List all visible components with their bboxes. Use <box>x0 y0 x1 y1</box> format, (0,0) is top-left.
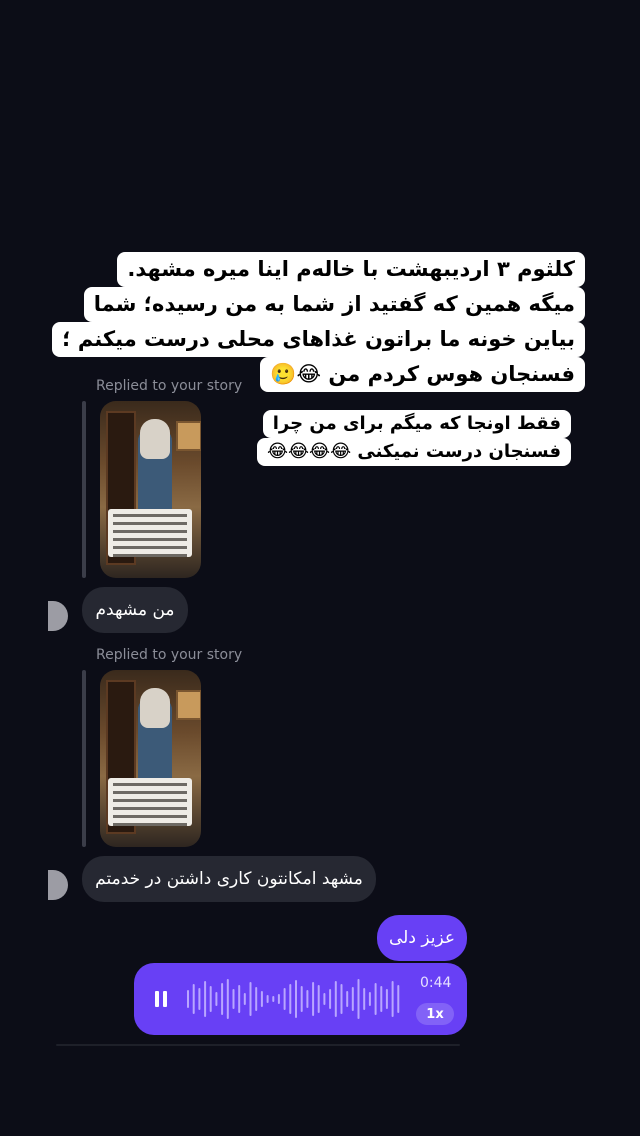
audio-waveform[interactable] <box>186 977 402 1021</box>
waveform-bar <box>272 996 275 1002</box>
waveform-bar <box>317 985 320 1013</box>
caption-line: فسنجان درست نمیکنی 😂😂😂😂 <box>256 438 571 466</box>
waveform-bar <box>374 983 377 1015</box>
waveform-bar <box>192 984 195 1014</box>
waveform-bar <box>226 979 229 1019</box>
waveform-bar <box>329 989 332 1009</box>
waveform-bar <box>215 992 218 1006</box>
caption-line: بیاین خونه ما براتون غذاهای محلی درست می… <box>52 322 585 357</box>
waveform-bar <box>277 994 280 1004</box>
replied-to-story-label: Replied to your story <box>96 378 243 394</box>
waveform-bar <box>300 986 303 1012</box>
caption-line: فسنجان هوس کردم من 😂🥲 <box>260 357 585 392</box>
voice-message[interactable]: 0:44 1x <box>134 963 467 1035</box>
waveform-bar <box>346 991 349 1007</box>
story-thumbnail[interactable] <box>100 670 201 847</box>
waveform-bar <box>312 982 315 1016</box>
waveform-bar <box>340 984 343 1014</box>
waveform-bar <box>249 982 252 1016</box>
pause-icon[interactable] <box>155 991 167 1007</box>
waveform-bar <box>283 988 286 1010</box>
avatar[interactable] <box>48 601 68 631</box>
waveform-bar <box>380 986 383 1012</box>
story-caption-mid: فقط اونجا که میگم برای من چرا فسنجان درس… <box>256 410 571 466</box>
waveform-bar <box>187 990 189 1008</box>
waveform-bar <box>357 979 360 1019</box>
waveform-bar <box>363 988 366 1010</box>
waveform-bar <box>368 992 371 1006</box>
waveform-bar <box>255 987 258 1011</box>
waveform-bar <box>334 981 337 1017</box>
waveform-bar <box>238 985 241 1013</box>
incoming-message[interactable]: مشهد امکانتون کاری داشتن در خدمتم <box>82 856 376 902</box>
reply-quote-bar <box>82 401 86 578</box>
waveform-bar <box>351 987 354 1011</box>
waveform-bar <box>209 986 212 1012</box>
waveform-bar <box>221 983 224 1015</box>
waveform-bar <box>397 985 400 1013</box>
avatar[interactable] <box>48 870 68 900</box>
story-thumbnail[interactable] <box>100 401 201 578</box>
waveform-bar <box>232 989 235 1009</box>
caption-line: کلثوم ۳ اردیبهشت با خاله‌م اینا میره مشه… <box>117 252 585 287</box>
caption-line: میگه همین که گفتید از شما به من رسیده؛ ش… <box>83 287 585 322</box>
waveform-bar <box>295 980 297 1018</box>
outgoing-message[interactable]: عزیز دلی <box>377 915 467 961</box>
waveform-bar <box>198 988 201 1010</box>
incoming-message[interactable]: من مشهدم <box>82 587 188 633</box>
waveform-bar <box>260 991 263 1007</box>
waveform-bar <box>306 990 309 1008</box>
caption-line: فقط اونجا که میگم برای من چرا <box>262 410 571 438</box>
reply-quote-bar <box>82 670 86 847</box>
playback-speed-button[interactable]: 1x <box>416 1003 454 1025</box>
waveform-bar <box>204 981 207 1017</box>
replied-to-story-label: Replied to your story <box>96 647 243 663</box>
waveform-bar <box>391 981 394 1017</box>
waveform-bar <box>323 993 326 1005</box>
waveform-bar <box>289 984 292 1014</box>
voice-duration: 0:44 <box>420 975 452 991</box>
story-caption-top: کلثوم ۳ اردیبهشت با خاله‌م اینا میره مشه… <box>52 252 585 392</box>
composer-divider <box>56 1044 460 1046</box>
waveform-bar <box>266 995 269 1003</box>
waveform-bar <box>243 993 246 1005</box>
waveform-bar <box>385 989 388 1009</box>
